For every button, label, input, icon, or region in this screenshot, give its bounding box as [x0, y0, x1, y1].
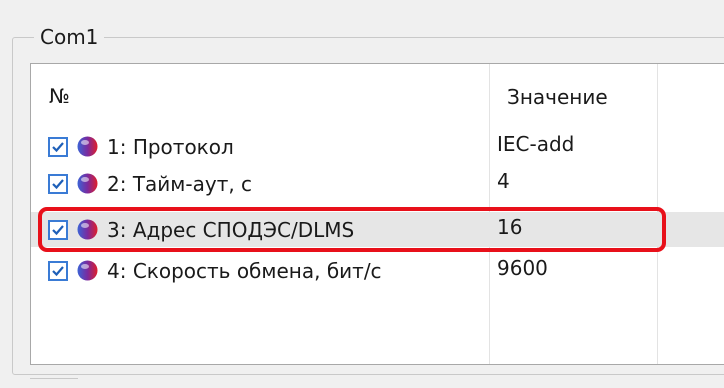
row-value: IEC-add [497, 132, 575, 156]
row-checkbox[interactable] [48, 261, 68, 281]
list-item[interactable]: 1: Протокол IEC-add [31, 128, 724, 165]
row-checkbox[interactable] [48, 174, 68, 194]
status-ball-icon [77, 136, 98, 157]
row-value: 4 [497, 169, 510, 193]
column-header-number[interactable]: № [49, 84, 70, 108]
column-header-value[interactable]: Значение [507, 85, 608, 109]
list-item[interactable]: 4: Скорость обмена, бит/с 9600 [31, 252, 724, 289]
row-label: 1: Протокол [107, 135, 234, 159]
row-checkbox[interactable] [48, 137, 68, 157]
row-value: 9600 [497, 256, 548, 280]
checkmark-icon [52, 142, 64, 153]
row-label: 4: Скорость обмена, бит/с [107, 259, 382, 283]
status-ball-icon [77, 173, 98, 194]
row-label: 2: Тайм-аут, с [107, 172, 253, 196]
checkmark-icon [52, 179, 64, 190]
list-item[interactable]: 2: Тайм-аут, с 4 [31, 165, 724, 202]
status-ball-icon [77, 260, 98, 281]
group-title: Com1 [34, 25, 105, 49]
list-header: № Значение [31, 64, 724, 126]
checkmark-icon [52, 266, 64, 277]
highlight-annotation-box [38, 207, 666, 252]
